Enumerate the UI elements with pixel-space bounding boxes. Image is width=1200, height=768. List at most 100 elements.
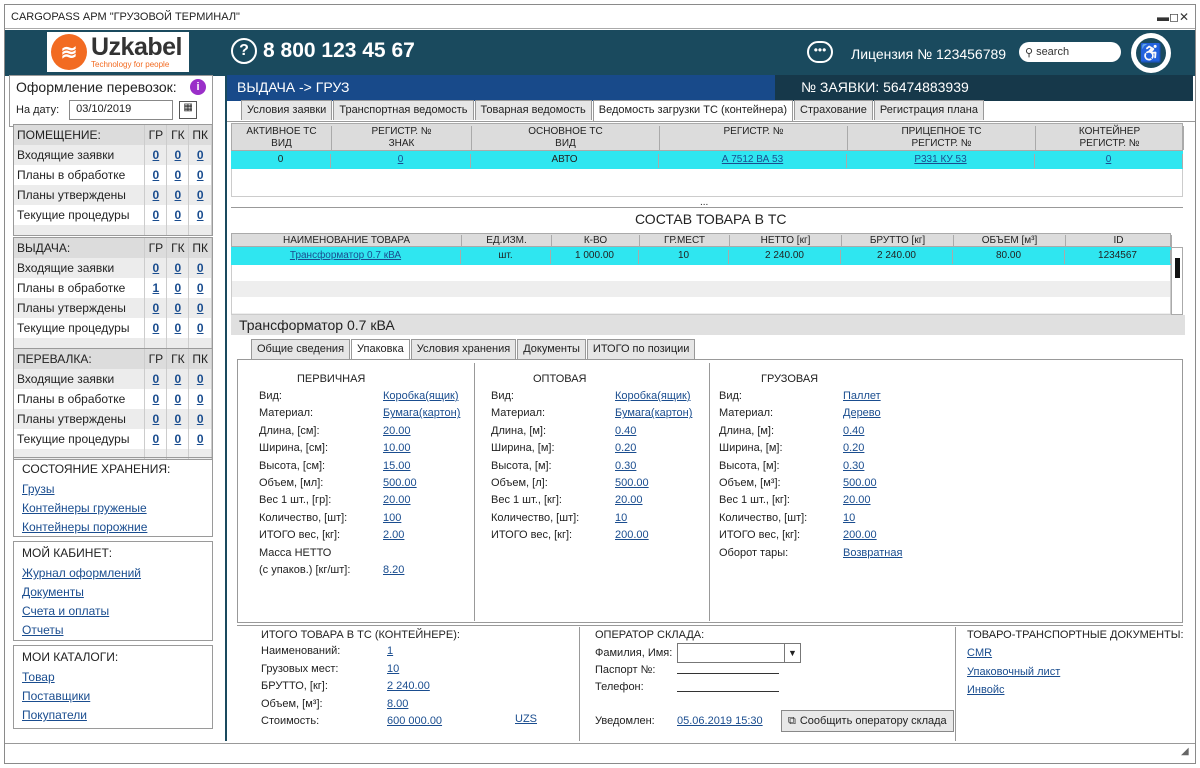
cargo-value[interactable]: 500.00 <box>843 475 877 492</box>
group-count-link[interactable]: 0 <box>144 205 168 225</box>
resize-grip-icon[interactable]: ◢ <box>1181 746 1189 757</box>
cargo-value[interactable]: Паллет <box>843 388 881 405</box>
group-count-link[interactable]: 0 <box>188 185 212 205</box>
goods-row[interactable]: Трансформатор 0.7 кВА шт. 1 000.00 10 2 240.… <box>231 247 1171 265</box>
group-count-link[interactable]: 0 <box>188 258 212 278</box>
group-count-link[interactable]: 0 <box>144 165 168 185</box>
doc-link-packing-list[interactable]: Упаковочный лист <box>967 664 1060 681</box>
group-count-link[interactable]: 0 <box>166 205 190 225</box>
info-icon[interactable]: i <box>190 79 206 95</box>
item-tab-4[interactable]: ИТОГО по позиции <box>586 339 696 359</box>
item-tab-1[interactable]: Упаковка <box>351 339 410 360</box>
group-count-link[interactable]: 0 <box>188 165 212 185</box>
group-count-link[interactable]: 0 <box>188 409 212 429</box>
cargo-value[interactable]: Возвратная <box>843 545 902 562</box>
cabinet-link[interactable]: Документы <box>22 583 204 602</box>
group-count-link[interactable]: 0 <box>166 165 190 185</box>
wholesale-value[interactable]: 500.00 <box>615 475 649 492</box>
primary-value[interactable]: 20.00 <box>383 492 411 509</box>
tab-2[interactable]: Товарная ведомость <box>474 100 592 120</box>
wholesale-value[interactable]: Коробка(ящик) <box>615 388 691 405</box>
primary-value[interactable]: Бумага(картон) <box>383 405 460 422</box>
search-input[interactable]: ⚲ search <box>1019 42 1121 62</box>
group-count-link[interactable]: 0 <box>166 258 190 278</box>
operator-name-select[interactable]: ▼ <box>677 643 801 663</box>
storage-link[interactable]: Контейнеры груженые <box>22 499 204 518</box>
group-count-link[interactable]: 0 <box>166 318 190 338</box>
group-count-link[interactable]: 1 <box>144 278 168 298</box>
vehicle-row[interactable]: 0 0 АВТО А 7512 ВА 53 Р331 КУ 53 0 <box>231 151 1183 169</box>
goods-scrollbar[interactable] <box>1171 247 1183 315</box>
group-count-link[interactable]: 0 <box>144 369 168 389</box>
cargo-value[interactable]: 0.30 <box>843 458 864 475</box>
calendar-icon[interactable]: ▦ <box>179 101 198 119</box>
tab-5[interactable]: Регистрация плана <box>873 100 984 120</box>
primary-value[interactable]: 15.00 <box>383 458 411 475</box>
notify-operator-button[interactable]: ⧉ Сообщить оператору склада <box>781 710 954 732</box>
cabinet-link[interactable]: Отчеты <box>22 621 204 640</box>
tab-1[interactable]: Транспортная ведомость <box>333 100 474 120</box>
group-count-link[interactable]: 0 <box>144 318 168 338</box>
primary-value[interactable]: 100 <box>383 510 401 527</box>
group-count-link[interactable]: 0 <box>144 258 168 278</box>
vehicle-cell[interactable]: А 7512 ВА 53 <box>659 154 847 168</box>
wholesale-value[interactable]: 200.00 <box>615 527 649 544</box>
primary-value[interactable]: 8.20 <box>383 562 404 579</box>
cargo-value[interactable]: 10 <box>843 510 855 527</box>
cargo-value[interactable]: 200.00 <box>843 527 877 544</box>
wholesale-value[interactable]: 10 <box>615 510 627 527</box>
group-count-link[interactable]: 0 <box>144 429 168 449</box>
item-tab-3[interactable]: Документы <box>517 339 586 359</box>
phone-field[interactable] <box>677 691 779 692</box>
cargo-value[interactable]: 0.20 <box>843 440 864 457</box>
group-count-link[interactable]: 0 <box>188 429 212 449</box>
storage-link[interactable]: Грузы <box>22 480 204 499</box>
group-count-link[interactable]: 0 <box>188 205 212 225</box>
group-count-link[interactable]: 0 <box>166 185 190 205</box>
wholesale-value[interactable]: 0.20 <box>615 440 636 457</box>
catalog-link[interactable]: Поставщики <box>22 687 204 706</box>
group-count-link[interactable]: 0 <box>166 389 190 409</box>
group-count-link[interactable]: 0 <box>144 185 168 205</box>
wholesale-value[interactable]: Бумага(картон) <box>615 405 692 422</box>
catalog-link[interactable]: Товар <box>22 668 204 687</box>
date-input[interactable]: 03/10/2019 <box>69 100 174 120</box>
group-count-link[interactable]: 0 <box>188 369 212 389</box>
storage-link[interactable]: Контейнеры порожние <box>22 518 204 537</box>
cargo-value[interactable]: 20.00 <box>843 492 871 509</box>
group-count-link[interactable]: 0 <box>188 298 212 318</box>
group-count-link[interactable]: 0 <box>144 389 168 409</box>
cabinet-link[interactable]: Счета и оплаты <box>22 602 204 621</box>
group-count-link[interactable]: 0 <box>166 429 190 449</box>
vehicle-cell[interactable]: 0 <box>1035 154 1183 168</box>
group-count-link[interactable]: 0 <box>166 369 190 389</box>
group-count-link[interactable]: 0 <box>188 278 212 298</box>
tab-0[interactable]: Условия заявки <box>241 100 333 120</box>
doc-link-cmr[interactable]: CMR <box>967 645 992 662</box>
vehicle-cell[interactable]: 0 <box>331 154 471 168</box>
cargo-value[interactable]: 0.40 <box>843 423 864 440</box>
group-count-link[interactable]: 0 <box>144 145 168 165</box>
group-count-link[interactable]: 0 <box>166 409 190 429</box>
currency-link[interactable]: UZS <box>515 711 537 728</box>
item-tab-0[interactable]: Общие сведения <box>251 339 351 359</box>
group-count-link[interactable]: 0 <box>144 298 168 318</box>
support-phone[interactable]: ? 8 800 123 45 67 <box>231 38 415 64</box>
group-count-link[interactable]: 0 <box>188 145 212 165</box>
window-controls[interactable]: ▬◻✕ <box>1157 10 1189 24</box>
group-count-link[interactable]: 0 <box>188 389 212 409</box>
group-count-link[interactable]: 0 <box>166 278 190 298</box>
primary-value[interactable]: 20.00 <box>383 423 411 440</box>
group-count-link[interactable]: 0 <box>188 318 212 338</box>
doc-link-invoice[interactable]: Инвойс <box>967 682 1004 699</box>
primary-value[interactable]: 10.00 <box>383 440 411 457</box>
tab-3[interactable]: Ведомость загрузки ТС (контейнера) <box>592 100 794 121</box>
wholesale-value[interactable]: 0.40 <box>615 423 636 440</box>
group-count-link[interactable]: 0 <box>166 145 190 165</box>
primary-value[interactable]: Коробка(ящик) <box>383 388 459 405</box>
cabinet-link[interactable]: Журнал оформлений <box>22 564 204 583</box>
primary-value[interactable]: 2.00 <box>383 527 404 544</box>
chat-icon[interactable]: ••• <box>807 41 833 63</box>
accessibility-button[interactable]: ♿ <box>1131 33 1171 73</box>
catalog-link[interactable]: Покупатели <box>22 706 204 725</box>
